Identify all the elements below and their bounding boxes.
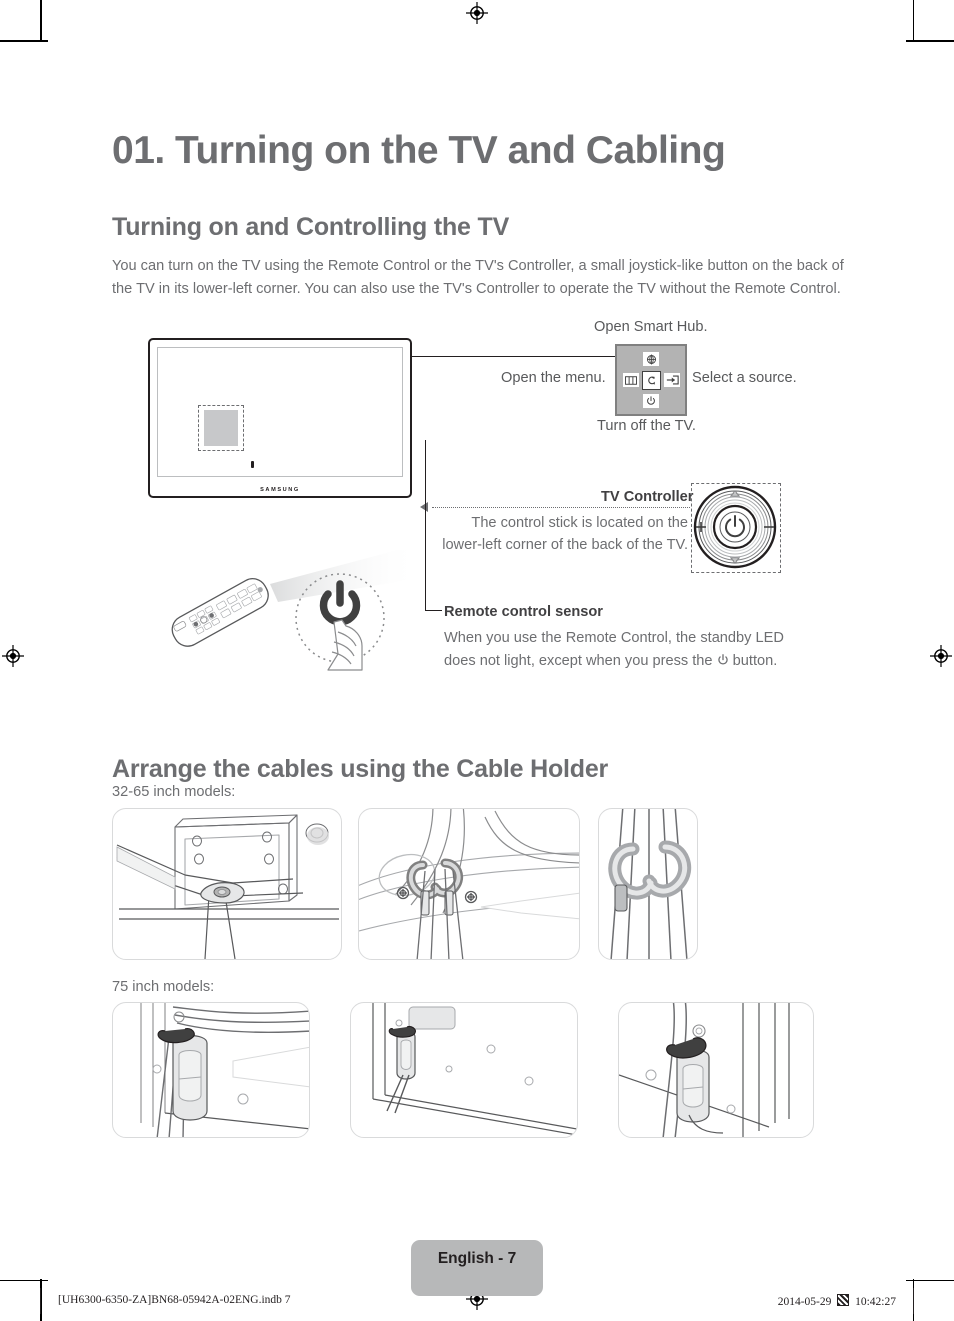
section-heading-cable-holder: Arrange the cables using the Cable Holde… <box>112 754 609 783</box>
page-number-badge: English - 7 <box>411 1240 543 1296</box>
callout-turn-off-the-tv: Turn off the TV. <box>597 418 696 434</box>
section-heading-turning-on: Turning on and Controlling the TV <box>112 212 510 241</box>
cable-holder-row-2 <box>112 1002 842 1142</box>
footer-rule-left <box>40 1288 42 1314</box>
tv-standby-led <box>251 461 254 468</box>
remote-sensor-title: Remote control sensor <box>444 604 603 620</box>
smart-hub-icon[interactable] <box>642 351 660 367</box>
remote-sensor-description-text-2: button. <box>732 653 778 669</box>
footer-date: 2014-05-29 <box>777 1296 832 1308</box>
power-icon[interactable] <box>642 393 660 409</box>
manual-page: 01. Turning on the TV and Cabling Turnin… <box>0 0 954 1321</box>
cable-holder-image-2 <box>358 808 580 960</box>
cable-holder-image-6 <box>618 1002 814 1138</box>
tv-controller-title: TV Controller <box>601 489 694 505</box>
leader-line-horizontal <box>386 356 616 358</box>
cable-holder-image-5 <box>350 1002 578 1138</box>
cable-holder-image-1 <box>112 808 342 960</box>
leader-line-sensor-vertical <box>425 440 427 611</box>
label-75-inch-models: 75 inch models: <box>112 979 215 995</box>
leader-line-sensor-horizontal <box>425 610 442 612</box>
page-title: 01. Turning on the TV and Cabling <box>112 129 726 173</box>
footer-time: 10:42:27 <box>855 1296 896 1308</box>
menu-icon[interactable] <box>622 372 640 388</box>
cable-holder-image-3 <box>598 808 698 960</box>
remote-sensor-description: When you use the Remote Control, the sta… <box>444 627 784 673</box>
return-icon[interactable] <box>642 371 661 390</box>
label-32-65-inch-models: 32-65 inch models: <box>112 784 236 800</box>
joystick-button-panel <box>615 344 687 416</box>
tv-screen <box>157 347 403 477</box>
section-paragraph: You can turn on the TV using the Remote … <box>112 257 844 297</box>
footer-rule-right <box>912 1288 914 1314</box>
tv-controller-dial-box <box>691 483 781 573</box>
callout-select-a-source: Select a source. <box>692 370 797 386</box>
tv-controller-description: The control stick is located on the lowe… <box>442 515 688 553</box>
tv-joystick-location-highlight <box>198 405 244 451</box>
cable-holder-row-1 <box>112 808 842 968</box>
dotted-leader-arrowhead <box>420 502 428 512</box>
tv-controller-diagram: Open Smart Hub. Open the menu. Select a … <box>0 310 954 710</box>
tv-brand-logo: SAMSUNG <box>260 487 300 493</box>
power-icon <box>717 651 729 665</box>
cable-holder-image-4 <box>112 1002 310 1138</box>
dotted-leader-tv-controller <box>432 507 690 508</box>
tv-illustration: SAMSUNG <box>148 338 412 498</box>
cjk-box-glyph-icon <box>837 1294 850 1306</box>
footer-timestamp: 2014-05-29 10:42:27 <box>778 1294 896 1308</box>
tv-controller-dial <box>693 485 777 569</box>
source-icon[interactable] <box>663 372 681 388</box>
callout-open-the-menu: Open the menu. <box>501 370 606 386</box>
footer-file-reference: [UH6300-6350-ZA]BN68-05942A-02ENG.indb 7 <box>58 1294 291 1306</box>
remote-control-illustration <box>171 550 420 671</box>
callout-open-smart-hub: Open Smart Hub. <box>594 319 708 335</box>
